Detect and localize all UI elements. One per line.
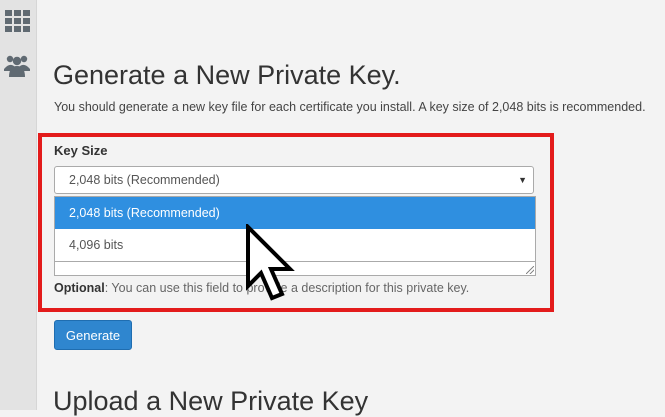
optional-label: Optional [54,281,105,295]
key-size-selected-value: 2,048 bits (Recommended) [69,173,220,187]
resize-handle-icon[interactable] [526,266,534,274]
users-icon[interactable] [4,52,30,78]
truncated-header-text: · · · [56,0,81,6]
mouse-cursor-icon [246,224,295,301]
generate-button[interactable]: Generate [54,320,132,350]
sidebar [0,0,37,410]
page-title: Generate a New Private Key. [53,60,401,90]
intro-text: You should generate a new key file for e… [54,100,646,114]
chevron-down-icon[interactable]: ▼ [518,167,527,193]
key-size-label: Key Size [54,143,108,158]
key-size-select[interactable]: 2,048 bits (Recommended) ▼ [54,166,534,194]
upload-section-title: Upload a New Private Key [53,386,369,416]
grid-icon[interactable] [4,8,30,34]
